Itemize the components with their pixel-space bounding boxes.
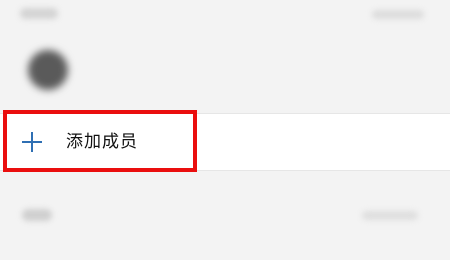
lower-section [0, 190, 450, 260]
highlight-annotation-box [3, 110, 197, 172]
blurred-section-meta [362, 211, 418, 220]
blurred-section-title [22, 209, 52, 221]
blurred-meta [372, 10, 424, 19]
group-members-screen: 添加成员 [0, 0, 450, 260]
avatar[interactable] [28, 50, 68, 90]
member-avatar-row[interactable] [0, 28, 450, 110]
blurred-title [20, 8, 58, 19]
